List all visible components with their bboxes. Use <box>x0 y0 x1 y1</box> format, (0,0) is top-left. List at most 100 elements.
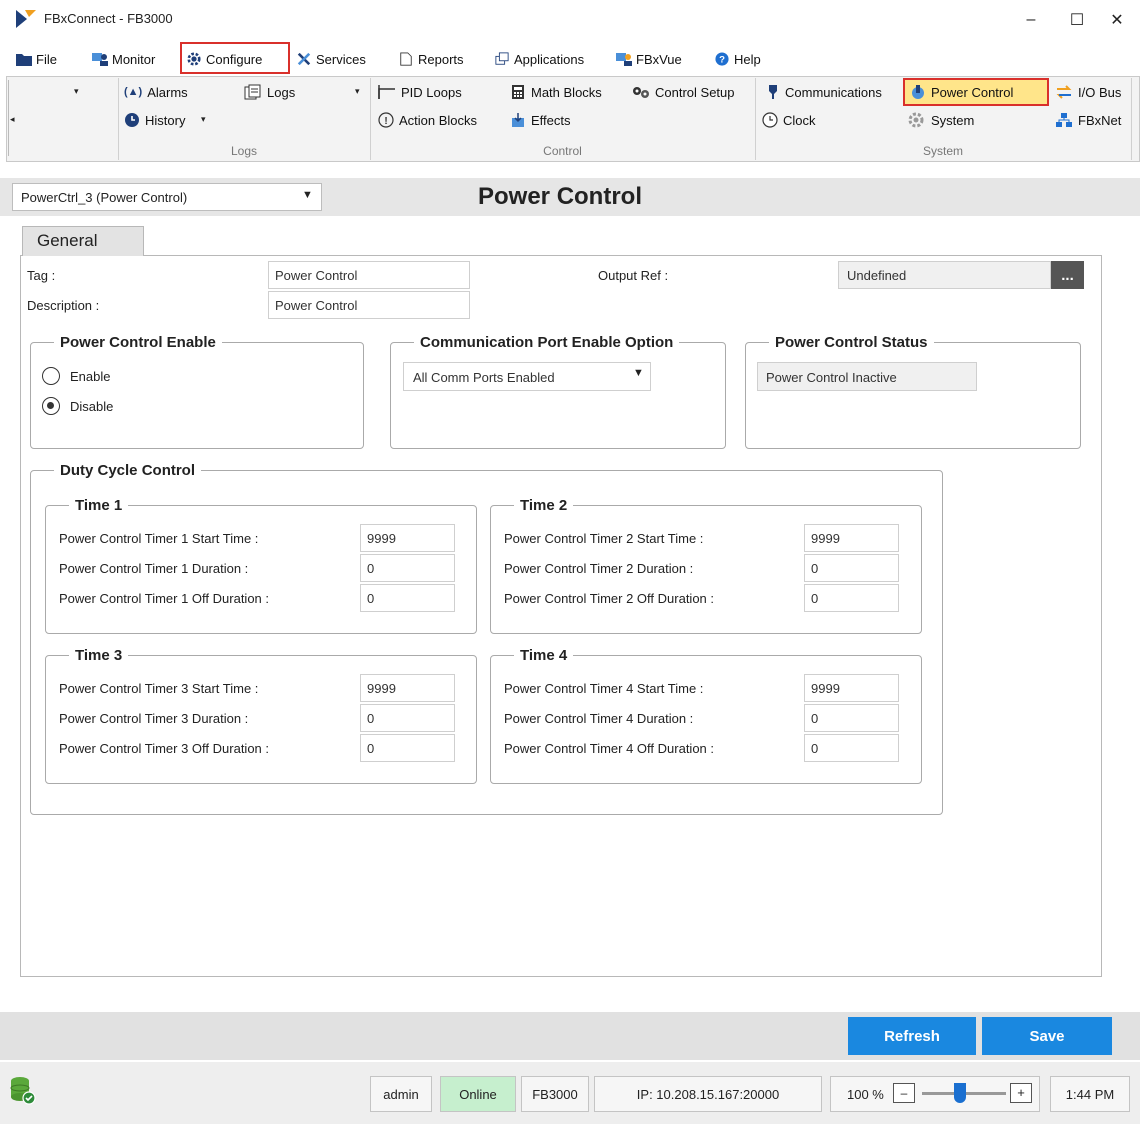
timer3-off-duration-label: Power Control Timer 3 Off Duration : <box>59 741 270 756</box>
point-selector[interactable]: PowerCtrl_3 (Power Control) <box>12 183 322 211</box>
ribbon-control-setup[interactable]: Control Setup <box>632 81 735 103</box>
ribbon-alarms[interactable]: (▲) Alarms <box>124 81 188 103</box>
ribbon-system[interactable]: System <box>908 109 974 131</box>
history-dropdown-icon[interactable]: ▾ <box>201 114 206 125</box>
timer3-duration-field[interactable]: 0 <box>360 704 455 732</box>
ribbon-left-edge <box>8 80 9 156</box>
timer2-duration-field[interactable]: 0 <box>804 554 899 582</box>
menu-monitor-label: Monitor <box>112 51 156 67</box>
timer4-off-duration-label: Power Control Timer 4 Off Duration : <box>504 741 715 756</box>
menu-services[interactable]: Services <box>296 48 366 70</box>
comm-port-title: Communication Port Enable Option <box>414 334 680 351</box>
menu-file[interactable]: File <box>16 48 57 70</box>
ribbon-logs[interactable]: Logs <box>244 81 295 103</box>
menu-fbxvue-label: FBxVue <box>636 51 682 67</box>
ribbon-io-bus[interactable]: I/O Bus <box>1055 81 1121 103</box>
ribbon-math-blocks[interactable]: Math Blocks <box>510 81 602 103</box>
disable-radio[interactable] <box>42 397 60 415</box>
timer1-start-field[interactable]: 9999 <box>360 524 455 552</box>
zoom-slider-thumb[interactable] <box>953 1083 966 1103</box>
ribbon-clock[interactable]: Clock <box>762 109 816 131</box>
status-ip: IP: 10.208.15.167:20000 <box>594 1076 822 1112</box>
ribbon-communications[interactable]: Communications <box>766 81 882 103</box>
power-control-enable-title: Power Control Enable <box>54 334 222 351</box>
ribbon-pid-loops[interactable]: PID Loops <box>378 81 462 103</box>
tab-general[interactable]: General <box>22 226 144 256</box>
output-ref-field[interactable]: Undefined <box>838 261 1051 289</box>
menu-fbxvue[interactable]: FBxVue <box>616 48 682 70</box>
refresh-button[interactable]: Refresh <box>848 1017 976 1055</box>
control-setup-icon <box>633 87 649 98</box>
description-field[interactable]: Power Control <box>268 291 470 319</box>
power-control-status-group <box>745 342 1081 449</box>
timer4-start-field[interactable]: 9999 <box>804 674 899 702</box>
timer1-off-duration-label: Power Control Timer 1 Off Duration : <box>59 591 270 606</box>
ribbon-scroll-left-icon[interactable]: ◂ <box>10 114 15 125</box>
ribbon-dropdown-icon[interactable]: ▾ <box>74 86 79 97</box>
timer2-off-duration-label: Power Control Timer 2 Off Duration : <box>504 591 715 606</box>
timer2-start-field[interactable]: 9999 <box>804 524 899 552</box>
ribbon-pid-loops-label: PID Loops <box>401 84 462 100</box>
timer2-off-duration-field[interactable]: 0 <box>804 584 899 612</box>
help-icon: ? <box>715 52 729 66</box>
ribbon-alarms-label: Alarms <box>147 84 188 100</box>
ribbon-math-blocks-label: Math Blocks <box>531 84 602 100</box>
timer4-off-duration-field[interactable]: 0 <box>804 734 899 762</box>
logs-icon <box>244 84 261 100</box>
output-ref-label: Output Ref : <box>598 268 669 283</box>
menu-monitor[interactable]: Monitor <box>92 48 155 70</box>
ribbon-power-control-label: Power Control <box>931 84 1014 100</box>
tag-field[interactable]: Power Control <box>268 261 470 289</box>
timer4-duration-field[interactable]: 0 <box>804 704 899 732</box>
duty-cycle-title: Duty Cycle Control <box>54 462 202 479</box>
action-blocks-icon: ! <box>378 112 394 128</box>
page-title: Power Control <box>478 183 643 210</box>
status-device: FB3000 <box>521 1076 589 1112</box>
time4-title: Time 4 <box>514 647 574 664</box>
menu-services-label: Services <box>316 51 366 67</box>
zoom-in-button[interactable]: + <box>1010 1083 1032 1103</box>
ribbon-power-control[interactable]: Power Control <box>910 81 1013 103</box>
zoom-level-label: 100 % <box>847 1086 884 1102</box>
time1-title: Time 1 <box>69 497 129 514</box>
timer1-start-label: Power Control Timer 1 Start Time : <box>59 531 259 546</box>
ribbon-group-logs: Logs <box>230 144 258 158</box>
ribbon-action-blocks[interactable]: ! Action Blocks <box>378 109 477 131</box>
zoom-out-button[interactable]: – <box>893 1083 915 1103</box>
calculator-icon <box>512 85 524 99</box>
timer4-duration-label: Power Control Timer 4 Duration : <box>504 711 694 726</box>
menu-reports[interactable]: Reports <box>398 48 464 70</box>
time2-title: Time 2 <box>514 497 574 514</box>
ribbon-fbxnet[interactable]: FBxNet <box>1055 109 1121 131</box>
enable-radio[interactable] <box>42 367 60 385</box>
timer1-duration-field[interactable]: 0 <box>360 554 455 582</box>
menu-help[interactable]: ? Help <box>714 48 761 70</box>
minimize-button[interactable]: – <box>1008 0 1054 40</box>
ribbon-history[interactable]: History <box>124 109 185 131</box>
menu-applications[interactable]: Applications <box>494 48 584 70</box>
ribbon-group-system: System <box>922 144 963 158</box>
ribbon-separator <box>1131 78 1132 160</box>
timer1-duration-label: Power Control Timer 1 Duration : <box>59 561 249 576</box>
ribbon-effects[interactable]: Effects <box>510 109 571 131</box>
menu-help-label: Help <box>734 51 761 67</box>
timer3-off-duration-field[interactable]: 0 <box>360 734 455 762</box>
save-button[interactable]: Save <box>982 1017 1112 1055</box>
close-button[interactable]: ✕ <box>1094 0 1140 40</box>
menu-configure[interactable]: Configure <box>186 48 262 70</box>
effects-icon <box>512 113 524 127</box>
tools-icon <box>297 52 311 66</box>
timer1-off-duration-field[interactable]: 0 <box>360 584 455 612</box>
output-ref-browse-button[interactable]: ... <box>1051 261 1084 289</box>
logs-dropdown-icon[interactable]: ▾ <box>355 86 360 97</box>
applications-icon <box>495 52 509 65</box>
time3-title: Time 3 <box>69 647 129 664</box>
timer3-start-field[interactable]: 9999 <box>360 674 455 702</box>
fbxvue-icon <box>616 53 632 66</box>
menu-applications-label: Applications <box>514 51 585 67</box>
comm-port-select[interactable]: All Comm Ports Enabled <box>403 362 651 391</box>
system-icon <box>908 112 924 128</box>
chevron-down-icon[interactable]: ▼ <box>302 189 313 201</box>
chevron-down-icon[interactable]: ▼ <box>633 367 644 379</box>
power-control-icon <box>912 85 924 99</box>
